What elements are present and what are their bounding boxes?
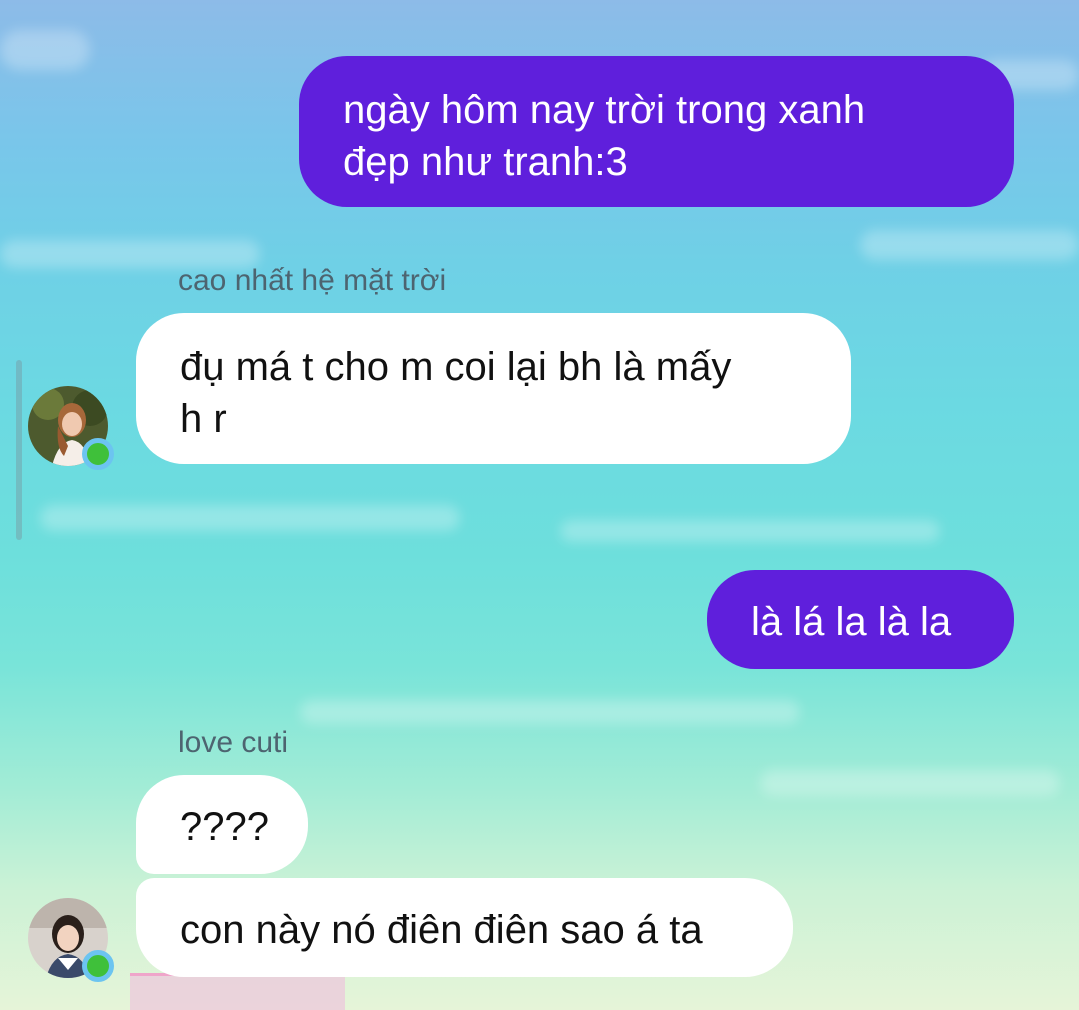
message-text-line: đụ má t cho m coi lại bh là mấy [180, 345, 732, 389]
online-dot-icon [82, 950, 114, 982]
message-text-line: là lá la là la [751, 600, 952, 644]
message-text-line: h r [180, 397, 227, 441]
sender-avatar[interactable] [28, 898, 114, 982]
incoming-message[interactable]: con này nó điên điên sao á ta [136, 878, 793, 977]
sender-avatar[interactable] [28, 386, 114, 470]
message-text-line: ngày hôm nay trời trong xanh [343, 88, 866, 132]
message-text-line: đẹp như tranh:3 [343, 140, 628, 184]
message-text-line: con này nó điên điên sao á ta [180, 908, 703, 952]
message-text-line: ???? [180, 805, 269, 849]
incoming-message[interactable]: ???? [136, 775, 308, 874]
incoming-message[interactable]: đụ má t cho m coi lại bh là mấy h r [136, 313, 851, 464]
sender-name: love cuti [178, 726, 289, 759]
online-dot-icon [82, 438, 114, 470]
outgoing-message[interactable]: ngày hôm nay trời trong xanh đẹp như tra… [299, 56, 1014, 207]
sender-name: cao nhất hệ mặt trời [178, 264, 447, 297]
scroll-indicator[interactable] [16, 360, 22, 540]
outgoing-message[interactable]: là lá la là la [707, 570, 1014, 669]
